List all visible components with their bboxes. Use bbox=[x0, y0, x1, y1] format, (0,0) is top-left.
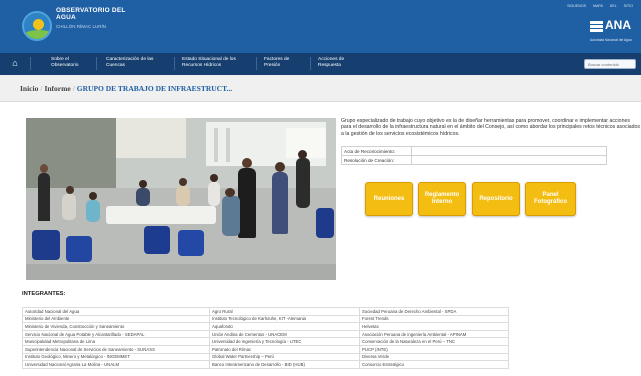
member-cell: Unión Andina de Cementos - UNACEM bbox=[209, 329, 360, 339]
member-cell: Instituto Geológico, Minero y Metalúrgic… bbox=[22, 352, 210, 362]
acta-label: Acta de Reconocimiento: bbox=[341, 146, 412, 156]
nav-divider bbox=[96, 57, 97, 70]
table-row: Servicio Nacional de Agua Potable y Alca… bbox=[22, 329, 509, 339]
search-input[interactable] bbox=[584, 59, 636, 69]
nav-item-estado[interactable]: Estado Situacional de los Recursos Hídri… bbox=[182, 57, 248, 69]
breadcrumb-home[interactable]: Inicio bbox=[20, 84, 38, 93]
ana-name: ANA bbox=[605, 18, 631, 32]
member-cell: Global Water Partnership – Perú bbox=[209, 352, 360, 362]
member-cell: Consorcio Estratégico bbox=[359, 360, 509, 369]
group-photo bbox=[26, 118, 336, 280]
table-row: Autoridad Nacional del Agua Agro Rural S… bbox=[22, 307, 509, 316]
logo-title[interactable]: OBSERVATORIO DEL AGUA bbox=[56, 7, 136, 21]
observatorio-logo-icon[interactable] bbox=[22, 11, 52, 41]
table-row: Acta de Reconocimiento: bbox=[341, 146, 607, 156]
reuniones-button[interactable]: Reuniones bbox=[365, 182, 413, 216]
top-links[interactable]: SIGUENOS MAPA DEL SITIO bbox=[567, 4, 633, 8]
table-row: Ministerio del Ambiente Instituto Tecnol… bbox=[22, 314, 509, 324]
nav-item-acciones[interactable]: Acciones de Respuesta bbox=[318, 57, 358, 69]
members-table: Autoridad Nacional del Agua Agro Rural S… bbox=[22, 307, 509, 369]
member-cell: Sociedad Peruana de Derecho Ambiental - … bbox=[359, 307, 509, 316]
member-cell: Universidad Nacional Agraria La Molina -… bbox=[22, 360, 210, 369]
nav-divider bbox=[310, 57, 311, 70]
member-cell: Instituto Tecnológico de Karlsruhe, KIT … bbox=[209, 314, 360, 324]
breadcrumb-section[interactable]: Informe bbox=[44, 84, 70, 93]
main-nav: ⌂ Sobre el Observatorio Caracterización … bbox=[0, 53, 641, 75]
member-cell: Autoridad Nacional del Agua bbox=[22, 307, 210, 316]
member-cell: Agro Rural bbox=[209, 307, 360, 316]
ana-mark-icon bbox=[590, 20, 603, 33]
members-title: INTEGRANTES: bbox=[22, 291, 66, 297]
breadcrumb: Inicio / Informe / GRUPO DE TRABAJO DE INFRA… bbox=[0, 75, 641, 102]
table-row: Instituto Geológico, Minero y Metalúrgic… bbox=[22, 352, 509, 362]
logo-subtitle: CHILLÓN RÍMAC LURÍN bbox=[56, 24, 107, 29]
home-icon[interactable]: ⌂ bbox=[10, 58, 20, 68]
reglamento-interno-button[interactable]: Reglamento Interno bbox=[418, 182, 466, 216]
breadcrumb-current: GRUPO DE TRABAJO DE INFRAESTRUCT... bbox=[76, 84, 233, 93]
member-cell: Helvetas bbox=[359, 322, 509, 331]
panel-fotografico-button[interactable]: Panel Fotográfico bbox=[525, 182, 576, 216]
table-row: Ministerio de Vivienda, Construcción y S… bbox=[22, 322, 509, 331]
nav-divider bbox=[30, 57, 31, 70]
table-row: Municipalidad Metropolitana de Lima Univ… bbox=[22, 337, 509, 346]
resolucion-label: Resolución de Creación: bbox=[341, 155, 412, 165]
member-cell: Ministerio del Ambiente bbox=[22, 314, 210, 324]
resolucion-value[interactable] bbox=[411, 155, 607, 165]
member-cell: Servicio Nacional de Agua Potable y Alca… bbox=[22, 329, 210, 339]
info-table: Acta de Reconocimiento: Resolución de Cr… bbox=[341, 146, 607, 165]
member-cell: PUCP (INTE) bbox=[359, 344, 509, 354]
ana-logo[interactable]: ANA Autoridad Nacional del Agua bbox=[590, 18, 640, 48]
member-cell: Universidad de ingeniería y Tecnología -… bbox=[209, 337, 360, 346]
nav-divider bbox=[174, 57, 175, 70]
member-cell: Conservación de la Naturaleza en el Perú… bbox=[359, 337, 509, 346]
nav-item-sobre[interactable]: Sobre el Observatorio bbox=[51, 57, 91, 69]
member-cell: Diversa Verde bbox=[359, 352, 509, 362]
member-cell: Asociación Peruana de ingeniería Ambient… bbox=[359, 329, 509, 339]
acta-value[interactable] bbox=[411, 146, 607, 156]
nav-divider bbox=[256, 57, 257, 70]
table-row: Resolución de Creación: bbox=[341, 155, 607, 165]
ana-subtitle: Autoridad Nacional del Agua bbox=[590, 38, 632, 42]
member-cell: Patronato del Rímac bbox=[209, 344, 360, 354]
repositorio-button[interactable]: Repositorio bbox=[472, 182, 520, 216]
site-header: OBSERVATORIO DEL AGUA CHILLÓN RÍMAC LURÍ… bbox=[0, 0, 641, 53]
member-cell: Superintendencia Nacional de Servicios d… bbox=[22, 344, 210, 354]
nav-item-factores[interactable]: Factores de Presión bbox=[264, 57, 304, 69]
table-row: Universidad Nacional Agraria La Molina -… bbox=[22, 360, 509, 369]
table-row: Superintendencia Nacional de Servicios d… bbox=[22, 344, 509, 354]
member-cell: Aquafondo bbox=[209, 322, 360, 331]
member-cell: Banco Interamericano de Desarrollo - BID… bbox=[209, 360, 360, 369]
member-cell: Forest Trends bbox=[359, 314, 509, 324]
member-cell: Municipalidad Metropolitana de Lima bbox=[22, 337, 210, 346]
member-cell: Ministerio de Vivienda, Construcción y S… bbox=[22, 322, 210, 331]
group-description: Grupo especializado de trabajo cuyo obje… bbox=[341, 118, 641, 137]
nav-item-cuencas[interactable]: Caracterización de las Cuencas bbox=[106, 57, 168, 69]
